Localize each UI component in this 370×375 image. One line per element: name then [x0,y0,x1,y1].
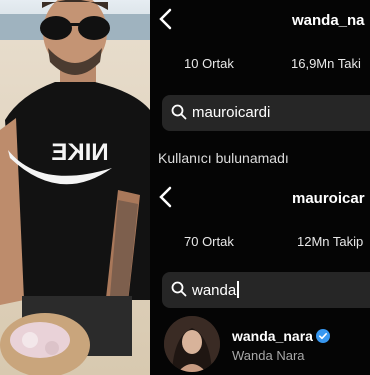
search-icon [171,104,187,125]
search-input[interactable]: wanda [162,272,370,308]
no-user-found-message: Kullanıcı bulunamadı [158,150,289,166]
profile-username-header: mauroicar [292,190,365,207]
text-cursor [237,281,239,298]
profile-username-header: wanda_na [292,12,365,29]
followers-count[interactable]: 16,9Mn Taki [291,56,361,71]
instagram-screens: wanda_na 10 Ortak 16,9Mn Taki mauroicard… [150,0,370,375]
search-value: wanda [192,281,239,299]
back-arrow-icon[interactable] [158,186,172,212]
svg-text:NIKE: NIKE [51,139,108,166]
followers-count[interactable]: 12Mn Takip [297,234,363,249]
back-arrow-icon[interactable] [158,8,172,34]
search-value: mauroicardi [192,104,271,121]
search-icon [171,281,187,302]
mutual-count[interactable]: 70 Ortak [184,234,234,249]
verified-badge-icon [315,329,330,346]
search-input[interactable]: mauroicardi [162,95,370,131]
result-username[interactable]: wanda_nara [232,328,330,346]
result-full-name: Wanda Nara [232,348,305,363]
avatar[interactable] [164,316,220,372]
mutual-count[interactable]: 10 Ortak [184,56,234,71]
photo-man-on-beach: NIKE [0,0,150,375]
